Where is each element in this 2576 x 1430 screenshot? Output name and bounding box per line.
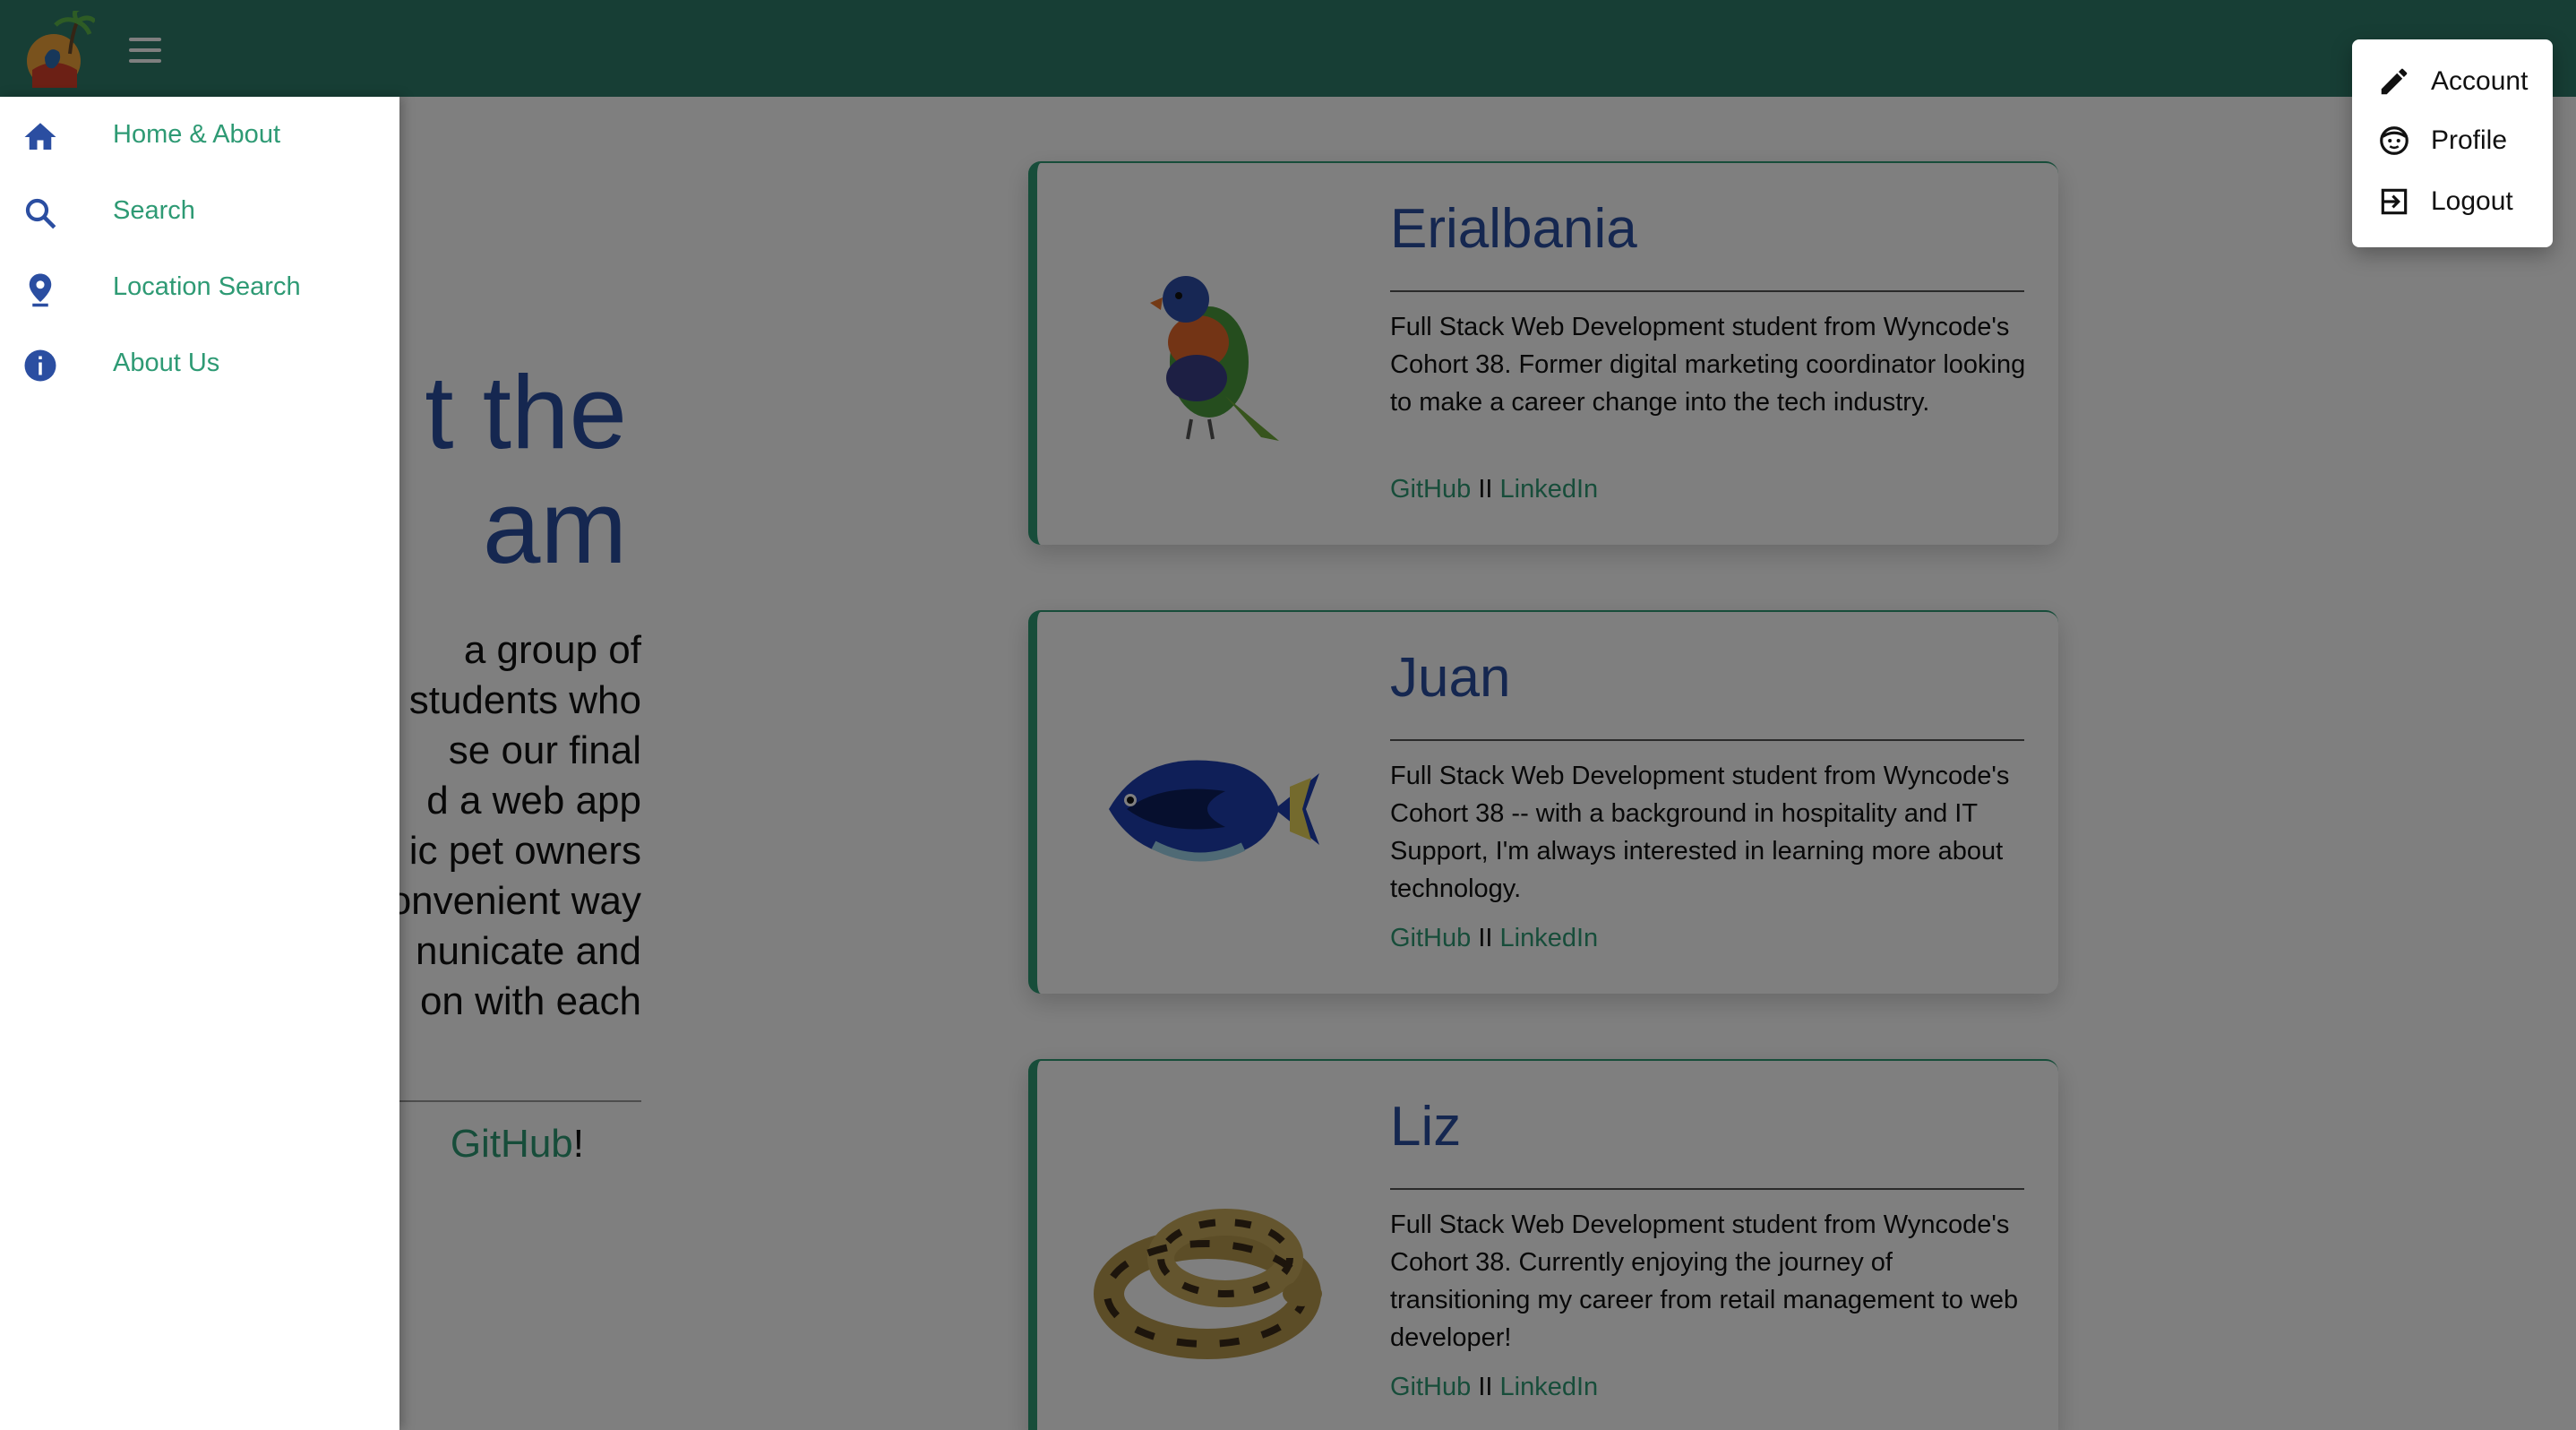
info-icon xyxy=(24,349,56,382)
logout-icon xyxy=(2381,188,2408,215)
nav-item-home-about[interactable]: Home & About xyxy=(0,100,399,172)
nav-item-about-us[interactable]: About Us xyxy=(0,329,399,401)
search-icon xyxy=(25,198,56,229)
pencil-icon xyxy=(2381,68,2408,95)
menu-item-profile[interactable]: Profile xyxy=(2352,109,2553,168)
location-pin-icon xyxy=(29,273,52,307)
nav-item-search[interactable]: Search xyxy=(0,177,399,248)
account-menu: Account Profile Logout xyxy=(2352,39,2553,247)
navigation-drawer: Home & About Search Location Search Abou… xyxy=(0,97,399,1430)
menu-item-logout[interactable]: Logout xyxy=(2352,170,2553,229)
home-icon xyxy=(24,123,56,150)
face-icon xyxy=(2380,126,2409,155)
menu-item-account[interactable]: Account xyxy=(2352,50,2553,109)
nav-item-location-search[interactable]: Location Search xyxy=(0,253,399,324)
